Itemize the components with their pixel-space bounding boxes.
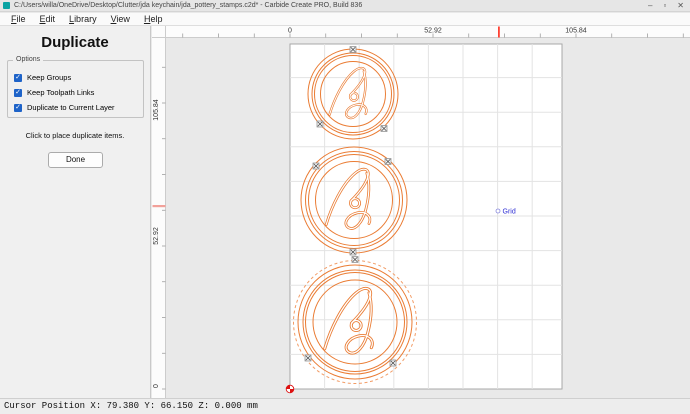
selection-handle[interactable]: [390, 360, 396, 366]
instruction-text: Click to place duplicate items.: [0, 131, 150, 140]
selection-handle[interactable]: [305, 355, 311, 361]
options-groupbox: Options ✓ Keep Groups ✓ Keep Toolpath Li…: [7, 60, 144, 118]
checkbox-keep-groups[interactable]: ✓ Keep Groups: [14, 70, 143, 85]
selection-handle[interactable]: [350, 47, 356, 53]
datum-circle-icon: [496, 209, 500, 213]
cursor-position-readout: Cursor Position X: 79.380 Y: 66.150 Z: 0…: [4, 401, 258, 411]
checkmark-icon[interactable]: ✓: [14, 74, 22, 82]
checkbox-keep-toolpath-links[interactable]: ✓ Keep Toolpath Links: [14, 85, 143, 100]
options-label: Options: [13, 56, 43, 63]
selection-handle[interactable]: [317, 121, 323, 127]
checkbox-label: Duplicate to Current Layer: [27, 103, 115, 112]
selection-handle[interactable]: [350, 249, 356, 255]
selection-handle[interactable]: [313, 163, 319, 169]
selection-handle[interactable]: [352, 257, 358, 263]
ruler-label: 105.84: [565, 28, 587, 35]
checkbox-label: Keep Toolpath Links: [27, 88, 94, 97]
selection-handle[interactable]: [381, 126, 387, 132]
grid-datum-label: Grid: [503, 209, 516, 216]
checkmark-icon[interactable]: ✓: [14, 104, 22, 112]
panel-title: Duplicate: [0, 34, 150, 51]
done-button[interactable]: Done: [48, 152, 103, 168]
status-bar: Cursor Position X: 79.380 Y: 66.150 Z: 0…: [0, 398, 690, 414]
ruler-label: 0: [153, 384, 160, 388]
vertical-ruler-marks: 105.84 52.92 0: [153, 67, 166, 389]
duplicate-panel: Duplicate Options ✓ Keep Groups ✓ Keep T…: [0, 26, 151, 398]
cursor-y-indicator: [153, 205, 166, 207]
horizontal-ruler-marks: 0 52.92 105.84: [183, 27, 684, 38]
selection-handle[interactable]: [385, 159, 391, 165]
ruler-label: 105.84: [153, 99, 160, 121]
checkmark-icon[interactable]: ✓: [14, 89, 22, 97]
checkbox-duplicate-to-current-layer[interactable]: ✓ Duplicate to Current Layer: [14, 100, 143, 115]
origin-marker[interactable]: [286, 385, 294, 393]
ruler-label: 0: [288, 28, 292, 35]
cursor-x-indicator: [498, 27, 500, 38]
checkbox-label: Keep Groups: [27, 73, 71, 82]
ruler-label: 52.92: [153, 227, 160, 245]
ruler-label: 52.92: [424, 28, 442, 35]
